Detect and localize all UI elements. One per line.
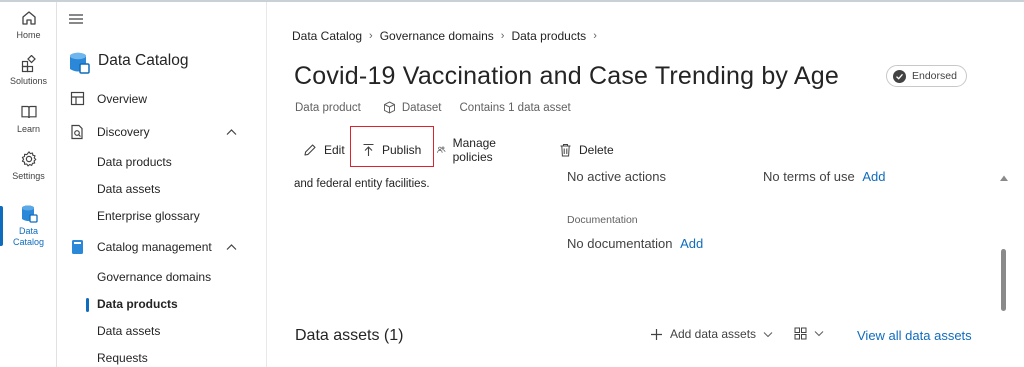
no-active-actions: No active actions — [567, 169, 666, 184]
plus-icon — [651, 328, 662, 340]
view-all-data-assets-link[interactable]: View all data assets — [857, 328, 972, 343]
manage-policies-button[interactable]: Manage policies — [437, 136, 502, 164]
app-rail: Home Solutions Learn Settings Data Catal… — [0, 2, 57, 367]
publish-highlight-box — [350, 126, 434, 167]
edit-label: Edit — [324, 143, 345, 157]
main-content: Data Catalog › Governance domains › Data… — [268, 2, 1024, 367]
solutions-icon — [21, 55, 36, 73]
rail-data-catalog-label-2: Catalog — [12, 237, 45, 247]
nav-title: Data Catalog — [98, 52, 189, 69]
chevron-down-icon — [814, 331, 824, 337]
delete-label: Delete — [579, 143, 614, 157]
manage-policies-label: Manage policies — [452, 136, 496, 164]
nav-discovery-data-products[interactable]: Data products — [97, 155, 172, 169]
home-icon — [21, 11, 36, 25]
rail-learn[interactable]: Learn — [0, 103, 57, 135]
nav-discovery-data-assets[interactable]: Data assets — [97, 182, 160, 196]
add-data-assets-button[interactable]: Add data assets — [650, 327, 773, 341]
nav-requests[interactable]: Requests — [97, 351, 148, 365]
rail-data-catalog-label-1: Data — [18, 226, 38, 236]
add-terms-link[interactable]: Add — [862, 169, 885, 184]
catalog-management-icon — [71, 240, 83, 254]
meta-dataset: Dataset — [383, 101, 442, 114]
edit-button[interactable]: Edit — [303, 136, 345, 164]
documentation-row: No documentation Add — [567, 236, 703, 251]
nav-catalog-management-label: Catalog management — [97, 240, 212, 254]
checkmark-icon — [893, 69, 906, 83]
discovery-icon — [70, 124, 83, 140]
hamburger-menu-button[interactable] — [68, 12, 84, 31]
nav-overview[interactable]: Overview — [68, 91, 147, 106]
rail-data-catalog[interactable]: Data Catalog — [0, 204, 57, 248]
rail-home[interactable]: Home — [0, 9, 57, 41]
nav-selected-indicator — [86, 298, 89, 312]
nav-catalog-data-products[interactable]: Data products — [97, 297, 178, 311]
endorsed-label: Endorsed — [912, 70, 957, 82]
add-data-assets-label: Add data assets — [670, 327, 757, 341]
hamburger-icon — [69, 14, 83, 24]
gear-icon — [21, 151, 36, 167]
rail-learn-label: Learn — [16, 124, 41, 134]
meta-contains: Contains 1 data asset — [459, 101, 571, 114]
delete-button[interactable]: Delete — [559, 136, 614, 164]
chevron-right-icon: › — [593, 30, 597, 42]
rail-solutions-label: Solutions — [9, 76, 48, 86]
documentation-label: Documentation — [567, 214, 638, 226]
breadcrumb-data-catalog[interactable]: Data Catalog — [292, 29, 362, 43]
rail-solutions[interactable]: Solutions — [0, 55, 57, 87]
overview-icon — [70, 91, 84, 106]
nav-catalog-management[interactable]: Catalog management — [68, 239, 237, 255]
nav-governance-domains[interactable]: Governance domains — [97, 270, 211, 284]
grid-view-icon — [794, 327, 807, 340]
chevron-up-icon[interactable] — [226, 128, 237, 136]
nav-overview-label: Overview — [97, 91, 148, 106]
nav-discovery[interactable]: Discovery — [68, 124, 237, 140]
view-switcher-button[interactable] — [794, 327, 824, 340]
chevron-up-icon[interactable] — [226, 243, 237, 251]
nav-discovery-label: Discovery — [97, 125, 150, 139]
scroll-up-arrow-icon[interactable] — [999, 174, 1009, 182]
add-documentation-link[interactable]: Add — [680, 236, 703, 251]
breadcrumb: Data Catalog › Governance domains › Data… — [292, 29, 604, 43]
endorsed-badge: Endorsed — [886, 65, 967, 87]
book-icon — [20, 105, 37, 119]
nav-catalog-data-assets[interactable]: Data assets — [97, 324, 160, 338]
rail-settings[interactable]: Settings — [0, 150, 57, 182]
description-fragment: and federal entity facilities. — [294, 178, 430, 190]
breadcrumb-data-products[interactable]: Data products — [511, 29, 586, 43]
chevron-down-icon — [763, 331, 773, 337]
data-catalog-title-icon — [68, 51, 90, 80]
chevron-right-icon: › — [500, 30, 505, 42]
rail-settings-label: Settings — [12, 171, 45, 181]
page-title: Covid-19 Vaccination and Case Trending b… — [294, 62, 839, 90]
people-icon — [437, 146, 446, 153]
no-terms-text: No terms of use — [763, 169, 855, 184]
scrollbar-thumb[interactable] — [1001, 249, 1006, 311]
pencil-icon — [304, 144, 316, 156]
trash-icon — [560, 144, 571, 157]
chevron-right-icon: › — [369, 30, 373, 42]
breadcrumb-governance-domains[interactable]: Governance domains — [380, 29, 494, 43]
nav-enterprise-glossary[interactable]: Enterprise glossary — [97, 209, 200, 223]
terms-of-use-row: No terms of use Add — [763, 169, 886, 184]
meta-dataset-label: Dataset — [401, 101, 442, 114]
product-meta: Data product Dataset Contains 1 data ass… — [295, 101, 571, 114]
cube-icon — [383, 101, 395, 114]
meta-type: Data product — [295, 101, 361, 114]
data-assets-title: Data assets (1) — [295, 327, 404, 344]
no-documentation-text: No documentation — [567, 236, 673, 251]
rail-home-label: Home — [16, 30, 41, 40]
nav-pane: Data Catalog Overview Discovery Data pro… — [58, 2, 267, 367]
data-catalog-icon — [21, 205, 38, 223]
